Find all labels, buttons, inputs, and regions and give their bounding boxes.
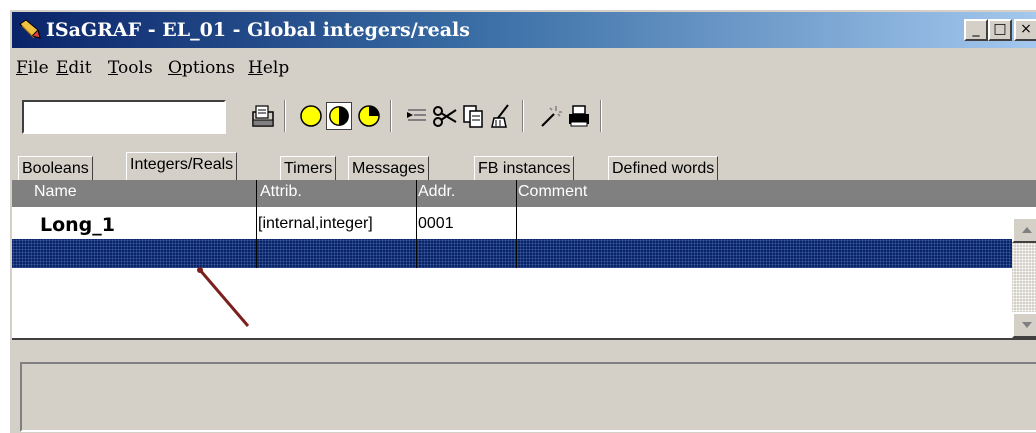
minimize-icon: _	[972, 21, 980, 37]
print-icon[interactable]	[566, 102, 592, 130]
tab-label: FB instances	[478, 160, 571, 177]
scroll-down-button[interactable]	[1012, 312, 1036, 338]
circle-quarter-icon[interactable]	[356, 102, 382, 130]
tab-label: Defined words	[612, 160, 715, 177]
tab-fb-instances[interactable]: FB instances	[474, 156, 575, 180]
cut-icon[interactable]	[432, 102, 458, 130]
column-divider	[516, 239, 517, 268]
status-bar	[20, 362, 1036, 432]
wand-icon[interactable]	[538, 102, 564, 130]
maximize-button[interactable]: □	[988, 19, 1012, 41]
copy-icon[interactable]	[460, 102, 486, 130]
chevron-up-icon	[1022, 227, 1032, 233]
clear-icon[interactable]	[488, 102, 514, 130]
tab-strip: Booleans Integers/Reals Timers Messages …	[14, 150, 1036, 180]
toolbar-separator	[390, 100, 392, 132]
circle-half-icon[interactable]	[326, 102, 352, 130]
column-comment-header[interactable]: Comment	[518, 183, 587, 201]
tab-messages[interactable]: Messages	[348, 156, 429, 180]
scroll-up-button[interactable]	[1012, 217, 1036, 243]
column-addr-header[interactable]: Addr.	[418, 183, 455, 201]
annotation-pointer-line	[197, 267, 250, 327]
toolbar-separator	[522, 100, 524, 132]
cell-addr[interactable]: 0001	[418, 215, 454, 233]
vertical-scrollbar[interactable]	[1012, 217, 1036, 338]
maximize-icon: □	[993, 21, 1007, 37]
tab-label: Integers/Reals	[130, 156, 234, 173]
close-button[interactable]: ×	[1014, 19, 1036, 41]
minimize-button[interactable]: _	[964, 19, 988, 41]
scroll-track[interactable]	[1012, 243, 1036, 312]
tab-defined-words[interactable]: Defined words	[608, 156, 719, 180]
toolbar-separator	[600, 100, 602, 132]
chevron-down-icon	[1022, 322, 1032, 328]
app-window: ISaGRAF - EL_01 - Global integers/reals …	[8, 8, 1036, 433]
tab-integers-reals[interactable]: Integers/Reals	[126, 152, 238, 180]
close-icon: ×	[1020, 21, 1032, 37]
column-divider	[416, 239, 417, 268]
tab-label: Messages	[352, 160, 425, 177]
insert-icon[interactable]	[404, 102, 430, 130]
